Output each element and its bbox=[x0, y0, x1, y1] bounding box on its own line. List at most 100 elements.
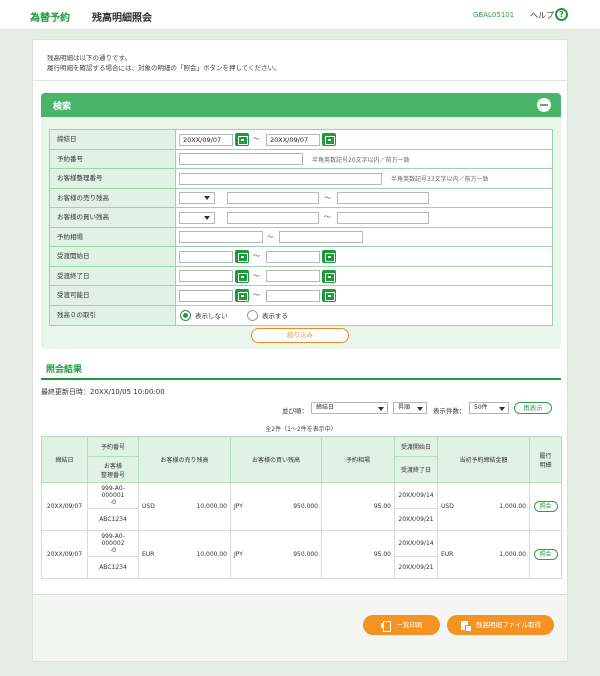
filter-button[interactable]: 絞り込み bbox=[251, 328, 349, 343]
label-buy-balance: お客様の買い残高 bbox=[50, 208, 176, 227]
label-delivery-possible: 受渡可能日 bbox=[50, 286, 176, 305]
inquiry-button[interactable]: 照会 bbox=[533, 501, 558, 512]
radio-hide-label: 表示しない bbox=[195, 311, 228, 320]
range-separator: ～ bbox=[324, 193, 331, 202]
range-separator: ～ bbox=[253, 252, 260, 260]
delivery-end-to-input[interactable] bbox=[266, 270, 320, 282]
screen-id: GBAL05101 bbox=[473, 11, 515, 19]
calendar-icon[interactable] bbox=[322, 269, 336, 283]
customer-ref-hint: 半角英数記号33文字以内／前方一致 bbox=[391, 176, 489, 183]
customer-ref-input[interactable] bbox=[179, 172, 382, 185]
radio-show[interactable] bbox=[247, 309, 258, 321]
collapse-icon[interactable] bbox=[537, 98, 551, 112]
cell-delivery-end: 20XX/09/21 bbox=[394, 556, 438, 579]
header-buy-balance: お客様の買い残高 bbox=[230, 436, 322, 483]
print-list-button[interactable]: 一覧印刷 bbox=[363, 615, 440, 635]
calendar-icon[interactable] bbox=[322, 133, 336, 146]
cell-reservation-no: 999-A0-000001 -0 bbox=[87, 482, 139, 509]
brand-label: 為替予約 bbox=[30, 13, 70, 24]
buy-currency: JPY bbox=[234, 503, 243, 510]
row-reservation-no: 予約番号 半角英数記号20文字以内／前方一致 bbox=[50, 149, 552, 169]
sell-currency-select[interactable] bbox=[179, 192, 215, 204]
buy-currency-select[interactable] bbox=[179, 211, 215, 224]
help-icon[interactable]: ? bbox=[555, 8, 568, 21]
buy-balance-to-input[interactable] bbox=[337, 211, 429, 224]
delivery-possible-to-input[interactable] bbox=[266, 289, 320, 302]
cell-sell-balance: USD 10,000.00 bbox=[138, 482, 231, 531]
search-form: 締結日 20XX/09/07 ～ 20XX/09/07 予約番号 半角英数記号2… bbox=[49, 129, 553, 326]
sort-order-select[interactable]: 昇順 bbox=[393, 402, 427, 414]
header-performance-detail: 履行 明細 bbox=[529, 436, 562, 483]
calendar-icon[interactable] bbox=[322, 250, 336, 263]
total-count: 全2件（1～2件を表示中） bbox=[265, 426, 337, 433]
amount-value: 1,000.00 bbox=[499, 503, 526, 510]
inquiry-button[interactable]: 照会 bbox=[533, 549, 558, 560]
count-select[interactable]: 50件 bbox=[469, 402, 509, 414]
cell-contract-date: 20XX/09/07 bbox=[41, 482, 88, 531]
delivery-end-from-input[interactable] bbox=[179, 270, 233, 282]
delivery-start-to-input[interactable] bbox=[266, 250, 320, 263]
sort-field-select[interactable]: 締結日 bbox=[311, 402, 388, 414]
rate-to-input[interactable] bbox=[279, 231, 363, 243]
sell-currency: EUR bbox=[142, 551, 155, 558]
sell-amount: 10,000.00 bbox=[196, 551, 227, 558]
cell-delivery-start: 20XX/09/14 bbox=[394, 482, 438, 509]
redisplay-button[interactable]: 再表示 bbox=[514, 402, 552, 414]
results-divider bbox=[41, 378, 561, 380]
buy-currency: JPY bbox=[234, 551, 243, 558]
buy-balance-from-input[interactable] bbox=[227, 211, 319, 224]
cell-buy-balance: JPY 950,000 bbox=[230, 530, 322, 579]
results-table: 締結日 予約番号 お客様の売り残高 お客様の買い残高 予約相場 受渡開始日 当初… bbox=[41, 436, 562, 579]
sell-amount: 10,000.00 bbox=[196, 503, 227, 510]
row-buy-balance: お客様の買い残高 ～ bbox=[50, 208, 552, 228]
row-customer-ref: お客様整理番号 半角英数記号33文字以内／前方一致 bbox=[50, 169, 552, 189]
calendar-icon[interactable] bbox=[322, 289, 336, 302]
sell-currency: USD bbox=[142, 503, 155, 510]
cell-buy-balance: JPY 950,000 bbox=[230, 482, 322, 531]
row-rate: 予約相場 ～ bbox=[50, 227, 552, 247]
radio-hide[interactable] bbox=[180, 309, 191, 321]
amount-value: 1,000.00 bbox=[499, 551, 526, 558]
buy-amount: 950,000 bbox=[293, 503, 318, 510]
intro-line-2: 履行明細を確認する場合には、対象の明細の「照会」ボタンを押してください。 bbox=[47, 64, 281, 72]
delivery-start-from-input[interactable] bbox=[179, 250, 233, 263]
calendar-icon[interactable] bbox=[235, 289, 249, 302]
cell-reservation-no: 999-A0-000002 -0 bbox=[87, 530, 139, 557]
search-panel-header[interactable]: 検索 bbox=[41, 93, 561, 117]
header-reservation-no: 予約番号 bbox=[87, 436, 139, 457]
amount-currency: USD bbox=[441, 503, 454, 510]
label-sell-balance: お客様の売り残高 bbox=[50, 188, 176, 207]
calendar-icon[interactable] bbox=[235, 133, 249, 146]
amount-currency: EUR bbox=[441, 551, 454, 558]
header-contract-date: 締結日 bbox=[41, 436, 88, 483]
calendar-icon[interactable] bbox=[235, 250, 249, 263]
contract-date-to-input[interactable]: 20XX/09/07 bbox=[266, 133, 320, 146]
cell-contract-date: 20XX/09/07 bbox=[41, 530, 88, 579]
calendar-icon[interactable] bbox=[235, 269, 249, 283]
table-row: 20XX/09/07 999-A0-000002 -0 EUR 10,000.00… bbox=[41, 530, 562, 579]
delivery-possible-from-input[interactable] bbox=[179, 289, 233, 302]
header-customer-ref: お客様 整理番号 bbox=[87, 456, 139, 483]
rate-from-input[interactable] bbox=[179, 231, 263, 243]
intro-text: 残高明細は以下の通りです。 履行明細を確認する場合には、対象の明細の「照会」ボタ… bbox=[47, 53, 281, 73]
cell-delivery-end: 20XX/09/21 bbox=[394, 508, 438, 531]
label-zero-balance: 残高０の取引 bbox=[50, 305, 176, 325]
cell-customer-ref: ABC1234 bbox=[87, 508, 139, 531]
download-file-button[interactable]: 残高明細ファイル取得 bbox=[447, 615, 554, 635]
row-zero-balance: 残高０の取引 表示しない 表示する bbox=[50, 305, 552, 325]
table-row: 20XX/09/07 999-A0-000001 -0 USD 10,000.00… bbox=[41, 482, 562, 531]
results-title: 照会結果 bbox=[46, 365, 83, 375]
count-label: 表示件数： bbox=[433, 407, 466, 415]
range-separator: ～ bbox=[324, 213, 331, 221]
sell-balance-to-input[interactable] bbox=[337, 192, 429, 204]
reservation-no-input[interactable] bbox=[179, 153, 303, 165]
sell-balance-from-input[interactable] bbox=[227, 192, 319, 204]
help-link[interactable]: ヘルプ bbox=[530, 10, 554, 21]
print-list-label: 一覧印刷 bbox=[396, 621, 423, 629]
cell-delivery-start: 20XX/09/14 bbox=[394, 530, 438, 557]
header-delivery-end: 受渡終了日 bbox=[394, 456, 438, 483]
row-delivery-end: 受渡終了日 ～ bbox=[50, 266, 552, 286]
contract-date-from-input[interactable]: 20XX/09/07 bbox=[179, 133, 233, 146]
top-bar: 為替予約 残高明細照会 GBAL05101 ヘルプ ? bbox=[0, 0, 600, 30]
label-contract-date: 締結日 bbox=[50, 130, 176, 149]
